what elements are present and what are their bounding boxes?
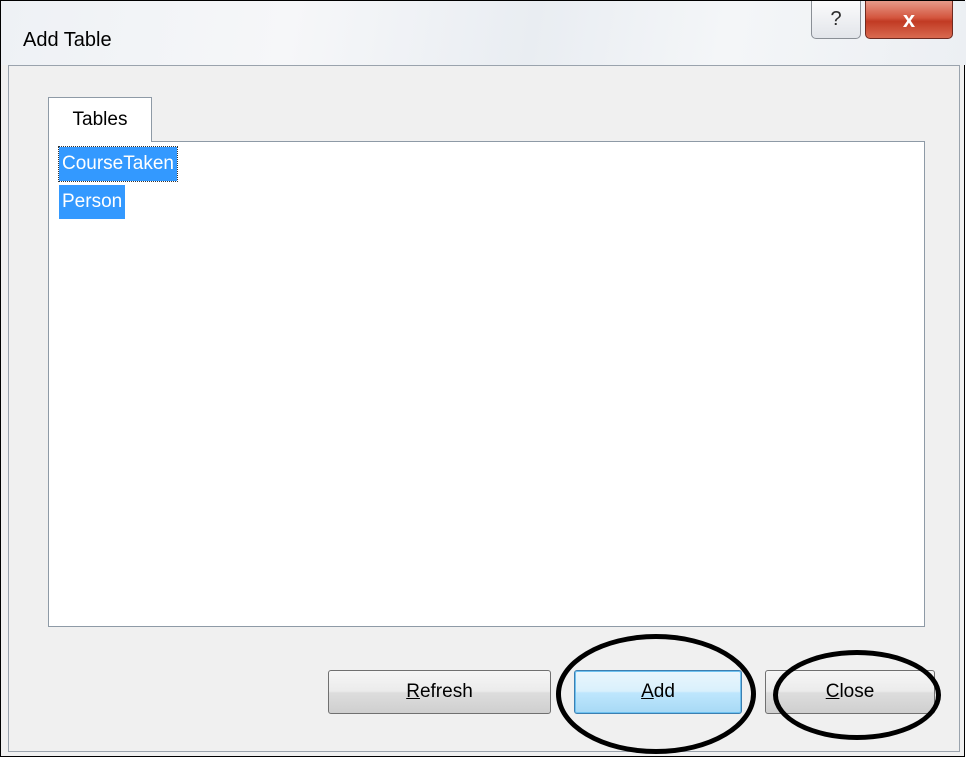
add-button[interactable]: Add (574, 670, 742, 714)
list-item-coursetaken[interactable]: CourseTaken (58, 146, 178, 182)
close-button[interactable]: Close (765, 670, 935, 714)
refresh-button[interactable]: Refresh (328, 670, 551, 714)
title-bar[interactable]: Add Table ? x (1, 1, 966, 65)
help-button[interactable]: ? (811, 1, 861, 39)
tab-tables-label: Tables (72, 109, 128, 130)
close-accel: C (825, 681, 840, 702)
window-title: Add Table (23, 29, 112, 51)
add-accel: A (641, 681, 654, 702)
window-close-button[interactable]: x (865, 1, 953, 39)
help-icon: ? (830, 8, 842, 30)
close-label: lose (839, 681, 875, 702)
tables-listbox[interactable]: CourseTaken Person (58, 146, 259, 223)
list-item-person[interactable]: Person (59, 185, 126, 219)
refresh-label: efresh (419, 681, 473, 702)
add-label: dd (653, 681, 675, 702)
close-icon: x (902, 6, 916, 32)
tab-tables[interactable]: Tables (48, 97, 152, 142)
add-table-dialog: Add Table ? x Tables CourseTaken Person … (0, 0, 966, 757)
refresh-accel: R (406, 681, 420, 702)
